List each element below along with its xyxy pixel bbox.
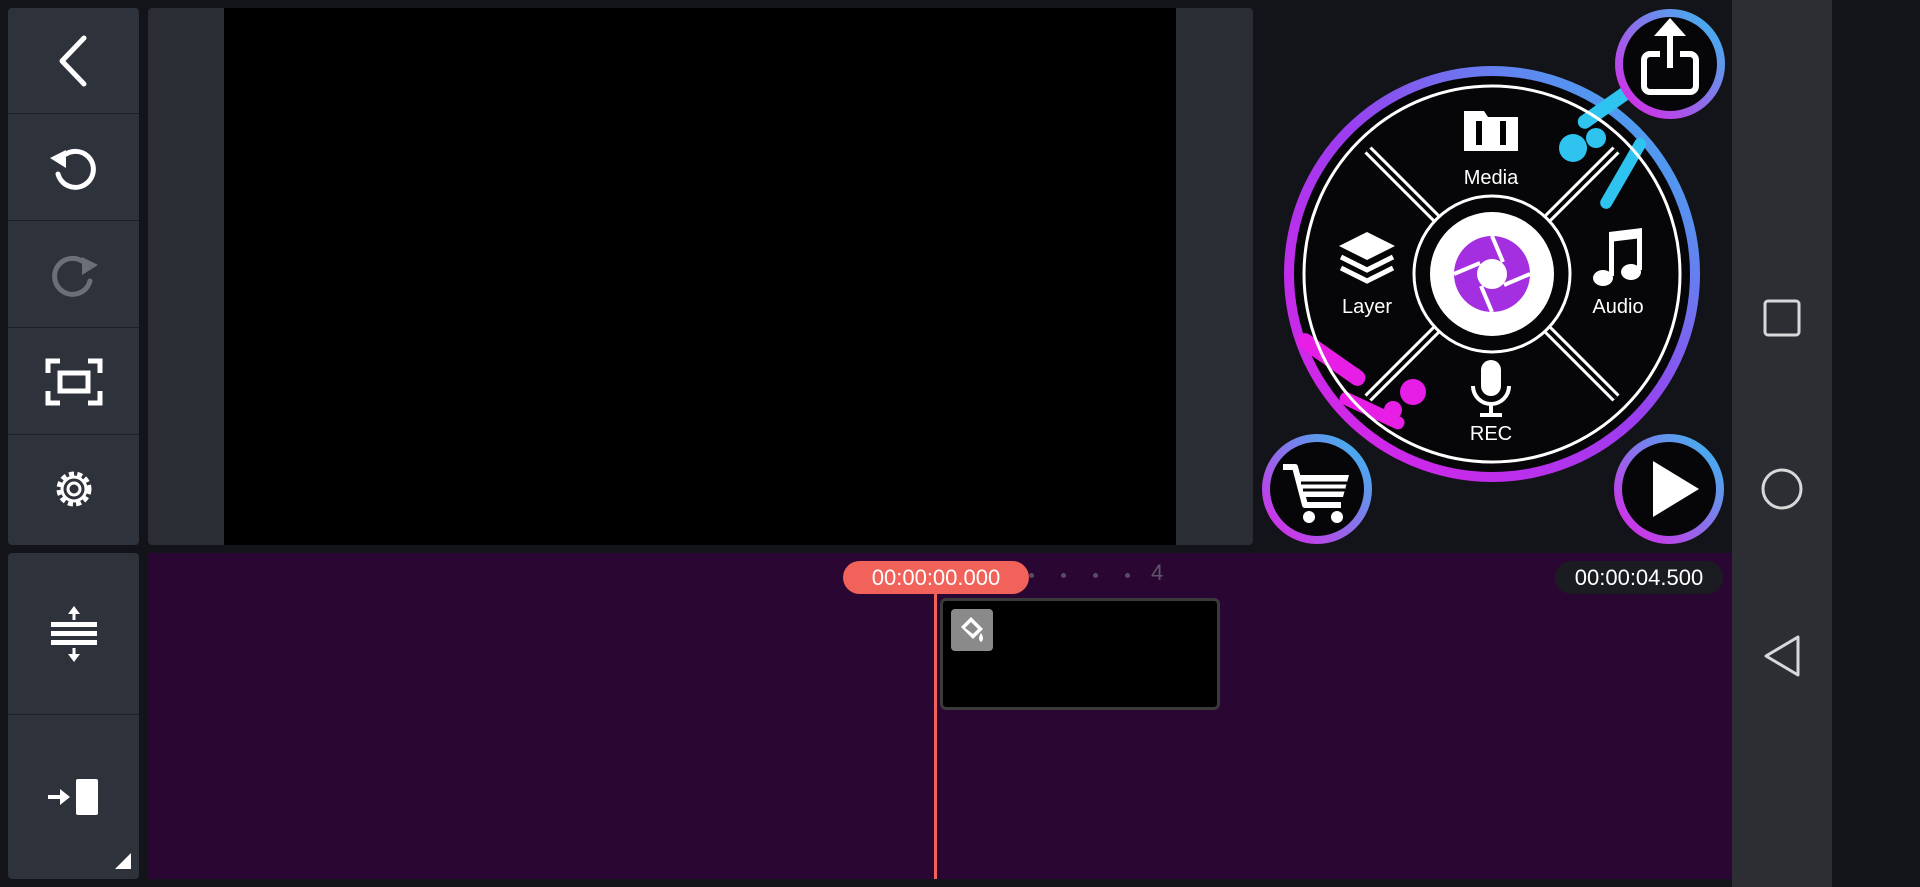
paint-bucket-icon	[951, 609, 993, 651]
audio-button[interactable]	[1591, 228, 1645, 295]
export-button[interactable]	[1614, 8, 1726, 125]
ruler-dot	[1093, 573, 1098, 578]
video-preview[interactable]	[224, 8, 1176, 545]
playhead[interactable]	[934, 594, 937, 879]
preview-frame	[148, 8, 1253, 545]
rec-label: REC	[1469, 423, 1513, 445]
jump-to-end-icon	[47, 779, 98, 815]
rec-button[interactable]	[1468, 358, 1514, 425]
back-nav-button[interactable]	[1732, 634, 1832, 678]
shopping-cart-icon	[1262, 434, 1372, 544]
music-note-icon	[1593, 228, 1642, 286]
total-duration-badge: 00:00:04.500	[1555, 561, 1723, 594]
fit-screen-button[interactable]	[8, 329, 139, 435]
share-export-icon	[1615, 9, 1725, 119]
screen-edge	[1832, 0, 1920, 887]
ruler-dot	[1029, 573, 1034, 578]
audio-label: Audio	[1592, 296, 1644, 318]
triangle-back-icon	[1764, 635, 1800, 677]
redo-icon	[51, 255, 98, 297]
system-nav-bar	[1732, 0, 1832, 887]
fit-screen-icon	[45, 358, 102, 405]
main-toolbar	[8, 8, 139, 545]
timeline-clip[interactable]	[940, 598, 1220, 710]
circle-icon	[1761, 468, 1803, 510]
home-button[interactable]	[1732, 467, 1832, 511]
track-height-button[interactable]	[8, 553, 139, 715]
back-icon	[59, 35, 86, 86]
layers-icon	[1339, 232, 1395, 284]
settings-button[interactable]	[8, 436, 139, 542]
folder-film-icon	[1464, 111, 1518, 151]
back-button[interactable]	[8, 8, 139, 114]
layer-button[interactable]	[1337, 230, 1397, 291]
media-button[interactable]	[1462, 105, 1520, 158]
recents-button[interactable]	[1732, 298, 1832, 338]
corner-indicator-icon	[115, 853, 131, 869]
store-button[interactable]	[1261, 433, 1373, 550]
timeline-toolbar	[8, 553, 139, 879]
ruler-mark: 4	[1151, 560, 1164, 585]
undo-icon	[49, 148, 96, 190]
redo-button[interactable]	[8, 222, 139, 328]
layer-label: Layer	[1341, 296, 1393, 318]
square-icon	[1763, 299, 1801, 337]
jump-to-end-button[interactable]	[8, 715, 139, 879]
current-time-badge: 00:00:00.000	[843, 561, 1029, 594]
undo-button[interactable]	[8, 115, 139, 221]
media-label: Media	[1463, 167, 1519, 189]
ruler-dot	[1061, 573, 1066, 578]
play-icon	[1614, 434, 1724, 544]
hub-area: Media Layer Audio REC	[1253, 0, 1732, 553]
play-button[interactable]	[1613, 433, 1725, 550]
microphone-icon	[1471, 360, 1511, 417]
gear-icon	[56, 471, 91, 507]
track-height-icon	[50, 605, 97, 662]
ruler-dot	[1125, 573, 1130, 578]
